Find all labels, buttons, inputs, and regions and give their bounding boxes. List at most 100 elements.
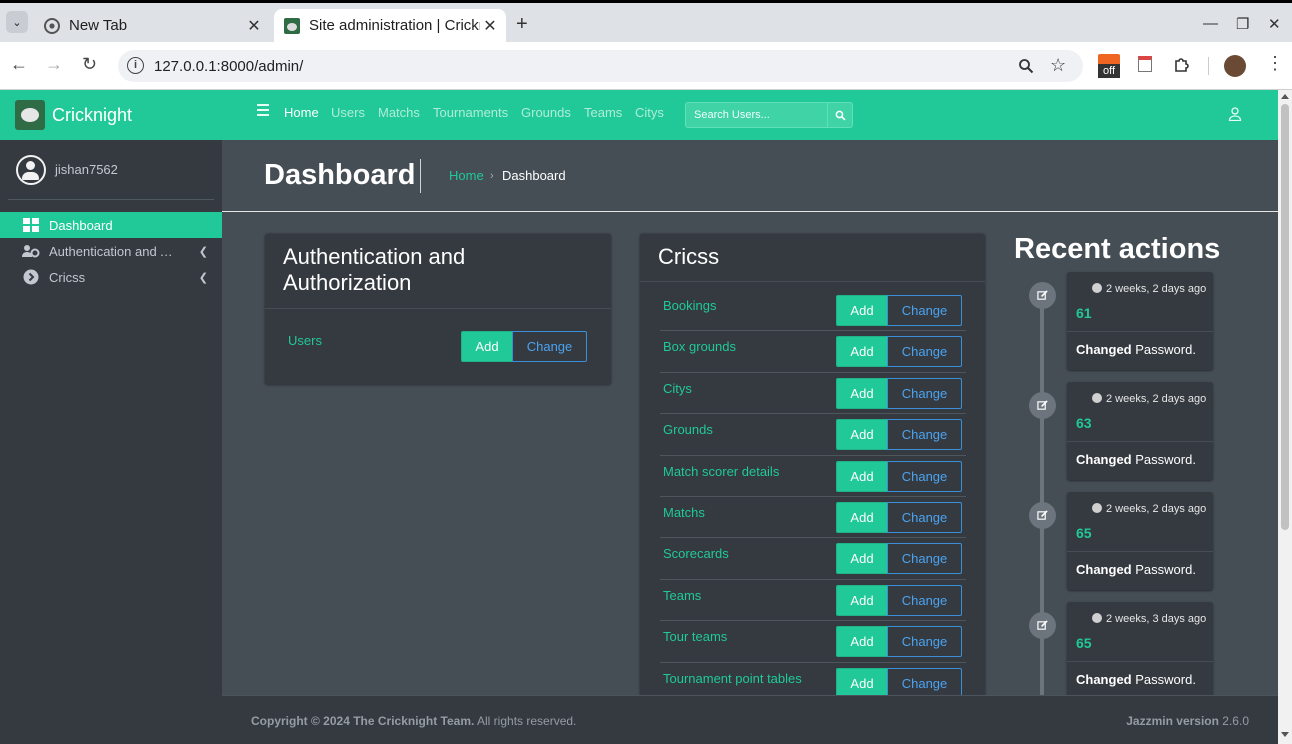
- add-button[interactable]: Add: [836, 667, 888, 699]
- model-link[interactable]: Tour teams: [663, 629, 727, 644]
- zoom-icon[interactable]: [1018, 58, 1034, 74]
- recent-action-item: 2 weeks, 2 days ago 61 Changed Password.: [1067, 272, 1213, 370]
- user-panel[interactable]: jishan7562: [8, 140, 214, 200]
- sidebar-item-authentication[interactable]: Authentication and Authorization ❮: [0, 238, 222, 264]
- page-scrollbar[interactable]: [1278, 90, 1292, 744]
- change-button[interactable]: Change: [887, 626, 962, 658]
- back-icon[interactable]: ←: [10, 54, 28, 75]
- add-button[interactable]: Add: [836, 626, 888, 658]
- tab-close-icon[interactable]: ✕: [480, 16, 500, 36]
- action-object-link[interactable]: 65: [1076, 635, 1092, 651]
- tab-search-button[interactable]: ⌄: [6, 11, 28, 33]
- footer-version: Jazzmin version 2.6.0: [1126, 714, 1249, 728]
- add-button[interactable]: Add: [836, 377, 888, 409]
- model-link[interactable]: Grounds: [663, 422, 713, 437]
- scroll-down-arrow[interactable]: [1281, 732, 1289, 737]
- copyright-text: Copyright © 2024 The Cricknight Team.: [251, 714, 475, 728]
- brand-link[interactable]: Cricknight: [0, 90, 222, 140]
- nav-link-citys[interactable]: Citys: [635, 105, 664, 120]
- sidebar-item-label: Cricss: [49, 269, 86, 285]
- sidebar-item-cricss[interactable]: Cricss ❮: [0, 264, 222, 290]
- model-link[interactable]: Tournament point tables: [663, 671, 802, 686]
- close-window-icon[interactable]: ✕: [1268, 15, 1281, 33]
- edit-icon: [1029, 502, 1056, 529]
- minimize-icon[interactable]: —: [1203, 15, 1218, 32]
- change-button[interactable]: Change: [887, 377, 962, 409]
- change-button[interactable]: Change: [887, 460, 962, 492]
- clock-icon: [1092, 613, 1102, 623]
- user-avatar-icon: [16, 154, 46, 185]
- brand-name: Cricknight: [52, 104, 133, 125]
- model-link[interactable]: Box grounds: [663, 339, 736, 354]
- site-info-icon[interactable]: i: [127, 57, 144, 74]
- add-button[interactable]: Add: [836, 502, 888, 533]
- model-link[interactable]: Citys: [663, 381, 692, 396]
- add-button[interactable]: Add: [836, 584, 888, 616]
- forward-icon[interactable]: →: [45, 54, 63, 75]
- edit-icon: [1029, 392, 1056, 419]
- search-input[interactable]: [686, 103, 827, 127]
- change-button[interactable]: Change: [512, 331, 587, 362]
- chevron-circle-right-icon: [23, 269, 39, 285]
- model-link[interactable]: Teams: [663, 588, 701, 603]
- action-object-link[interactable]: 65: [1076, 525, 1092, 541]
- nav-link-grounds[interactable]: Grounds: [521, 105, 571, 120]
- extension-off-icon[interactable]: off: [1098, 54, 1120, 80]
- breadcrumb-home[interactable]: Home: [449, 168, 484, 183]
- nav-link-users[interactable]: Users: [331, 105, 365, 120]
- sidebar-item-dashboard[interactable]: Dashboard: [0, 212, 222, 238]
- add-button[interactable]: Add: [461, 331, 513, 362]
- model-link[interactable]: Scorecards: [663, 546, 729, 561]
- add-button[interactable]: Add: [836, 460, 888, 492]
- action-detail: Password.: [1135, 672, 1196, 687]
- page-title: Dashboard: [264, 159, 416, 191]
- calendar-extension-icon[interactable]: [1138, 56, 1152, 72]
- restore-icon[interactable]: ❐: [1236, 15, 1249, 33]
- model-link[interactable]: Users: [288, 333, 322, 348]
- tab-close-icon[interactable]: ✕: [244, 16, 264, 36]
- timeline-line: [1040, 290, 1044, 710]
- model-link[interactable]: Bookings: [663, 298, 716, 313]
- change-button[interactable]: Change: [887, 295, 962, 326]
- dashboard-grid-icon: [23, 218, 39, 232]
- bookmark-star-icon[interactable]: ☆: [1050, 55, 1066, 76]
- version-number: 2.6.0: [1222, 714, 1249, 728]
- user-menu-icon[interactable]: [1228, 107, 1242, 121]
- breadcrumb-current: Dashboard: [502, 168, 566, 183]
- action-object-link[interactable]: 63: [1076, 415, 1092, 431]
- tab-strip: ⌄ New Tab ✕ Site administration | Crickn…: [0, 3, 1292, 42]
- extension-badge: off: [1098, 64, 1120, 78]
- change-button[interactable]: Change: [887, 336, 962, 368]
- nav-link-tournaments[interactable]: Tournaments: [433, 105, 508, 120]
- add-button[interactable]: Add: [836, 543, 888, 575]
- add-button[interactable]: Add: [836, 295, 888, 326]
- change-button[interactable]: Change: [887, 667, 962, 699]
- change-button[interactable]: Change: [887, 543, 962, 575]
- nav-link-matchs[interactable]: Matchs: [378, 105, 420, 120]
- extensions-puzzle-icon[interactable]: [1173, 56, 1191, 74]
- top-navbar: Home Users Matchs Tournaments Grounds Te…: [222, 90, 1278, 140]
- scrollbar-thumb[interactable]: [1281, 104, 1289, 530]
- change-button[interactable]: Change: [887, 419, 962, 451]
- search-button[interactable]: [827, 103, 853, 127]
- nav-link-home[interactable]: Home: [284, 105, 319, 120]
- add-button[interactable]: Add: [836, 336, 888, 368]
- tab-site-administration[interactable]: Site administration | Cricknight ✕: [274, 9, 506, 42]
- reload-icon[interactable]: ↻: [82, 54, 97, 75]
- url-field[interactable]: i 127.0.0.1:8000/admin/ ☆: [118, 50, 1083, 82]
- model-link[interactable]: Match scorer details: [663, 464, 779, 479]
- hamburger-menu-icon[interactable]: [257, 104, 269, 119]
- users-cog-icon: [22, 245, 40, 258]
- nav-link-teams[interactable]: Teams: [584, 105, 622, 120]
- header-divider: [420, 159, 421, 193]
- change-button[interactable]: Change: [887, 502, 962, 533]
- scroll-up-arrow[interactable]: [1281, 94, 1289, 99]
- change-button[interactable]: Change: [887, 584, 962, 616]
- add-button[interactable]: Add: [836, 419, 888, 451]
- model-link[interactable]: Matchs: [663, 505, 705, 520]
- action-object-link[interactable]: 61: [1076, 305, 1092, 321]
- tab-new-tab[interactable]: New Tab ✕: [34, 9, 270, 42]
- new-tab-icon[interactable]: +: [516, 13, 528, 36]
- browser-menu-icon[interactable]: ⋮: [1266, 53, 1284, 74]
- profile-avatar[interactable]: [1224, 55, 1246, 77]
